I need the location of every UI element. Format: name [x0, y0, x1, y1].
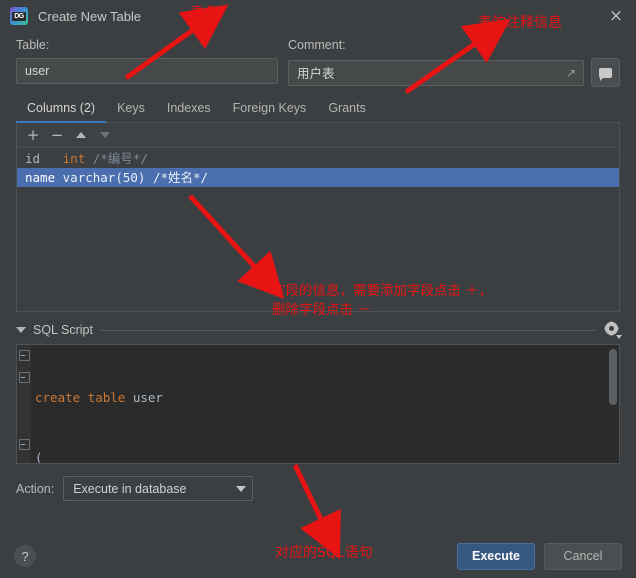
window-titlebar: DG Create New Table × — [0, 0, 636, 32]
table-comment-group: Comment: 用户表 ↗ — [288, 38, 620, 87]
datagrip-icon: DG — [10, 7, 28, 25]
fold-marker-icon[interactable] — [18, 350, 30, 361]
table-form: Table: user Comment: 用户表 ↗ — [0, 32, 636, 87]
add-column-button[interactable]: + — [22, 125, 44, 145]
table-row[interactable]: name varchar(50) /*姓名*/ — [17, 168, 619, 187]
separator-rule — [99, 329, 597, 331]
triangle-down-icon[interactable] — [16, 327, 26, 333]
arrow-down-icon[interactable] — [94, 125, 116, 145]
fold-marker-icon[interactable] — [18, 439, 30, 450]
column-comment: /*姓名*/ — [152, 170, 209, 185]
sql-script-header: SQL Script — [16, 322, 622, 339]
fold-marker-icon[interactable] — [18, 372, 30, 383]
remove-column-button[interactable]: − — [46, 125, 68, 145]
comment-value: 用户表 — [297, 67, 335, 81]
window-title: Create New Table — [38, 8, 142, 24]
table-name-group: Table: user — [16, 38, 278, 87]
tab-grants[interactable]: Grants — [317, 97, 377, 123]
column-type: int — [62, 151, 86, 166]
gear-icon[interactable] — [604, 322, 622, 339]
execute-button[interactable]: Execute — [457, 542, 535, 570]
comment-label: Comment: — [288, 38, 346, 52]
table-name-value: user — [25, 64, 50, 78]
help-button[interactable]: ? — [14, 545, 36, 567]
comment-bubble-icon[interactable] — [591, 58, 620, 87]
tab-keys[interactable]: Keys — [106, 97, 156, 123]
editor-tabs: Columns (2) Keys Indexes Foreign Keys Gr… — [16, 97, 620, 123]
columns-list[interactable]: id int /*编号*/ name varchar(50) /*姓名*/ — [17, 148, 619, 311]
table-name-input[interactable]: user — [16, 58, 278, 84]
close-icon[interactable]: × — [606, 6, 626, 26]
cancel-button[interactable]: Cancel — [544, 542, 622, 570]
column-name: id — [25, 151, 41, 166]
columns-panel: + − id int /*编号*/ name varchar(50) /*姓名*… — [16, 123, 620, 312]
tab-columns[interactable]: Columns (2) — [16, 97, 107, 123]
code-line: ( — [35, 450, 43, 464]
action-select[interactable]: Execute in database — [63, 476, 254, 501]
column-comment: /*编号*/ — [92, 151, 148, 166]
sql-script-title: SQL Script — [33, 323, 93, 337]
table-row[interactable]: id int /*编号*/ — [17, 149, 619, 168]
tab-indexes[interactable]: Indexes — [156, 97, 222, 123]
sql-code[interactable]: create table user ( id int null comment … — [31, 345, 619, 463]
expand-icon[interactable]: ↗ — [566, 67, 576, 79]
chevron-down-icon — [236, 485, 247, 492]
sql-editor[interactable]: create table user ( id int null comment … — [16, 344, 620, 464]
editor-gutter — [17, 345, 31, 463]
table-label: Table: — [16, 38, 50, 52]
dialog-footer: ? Execute Cancel — [0, 534, 636, 578]
editor-scrollbar[interactable] — [609, 349, 617, 405]
columns-toolbar: + − — [17, 123, 619, 148]
arrow-up-icon[interactable] — [70, 125, 92, 145]
column-type: varchar(50) — [62, 170, 146, 185]
action-row: Action: Execute in database — [16, 476, 620, 501]
column-name: name — [25, 170, 56, 185]
comment-input[interactable]: 用户表 ↗ — [288, 59, 584, 86]
tab-foreign-keys[interactable]: Foreign Keys — [222, 97, 318, 123]
action-selected-value: Execute in database — [73, 481, 187, 496]
code-line: create table user — [35, 390, 163, 405]
action-label: Action: — [16, 481, 55, 496]
